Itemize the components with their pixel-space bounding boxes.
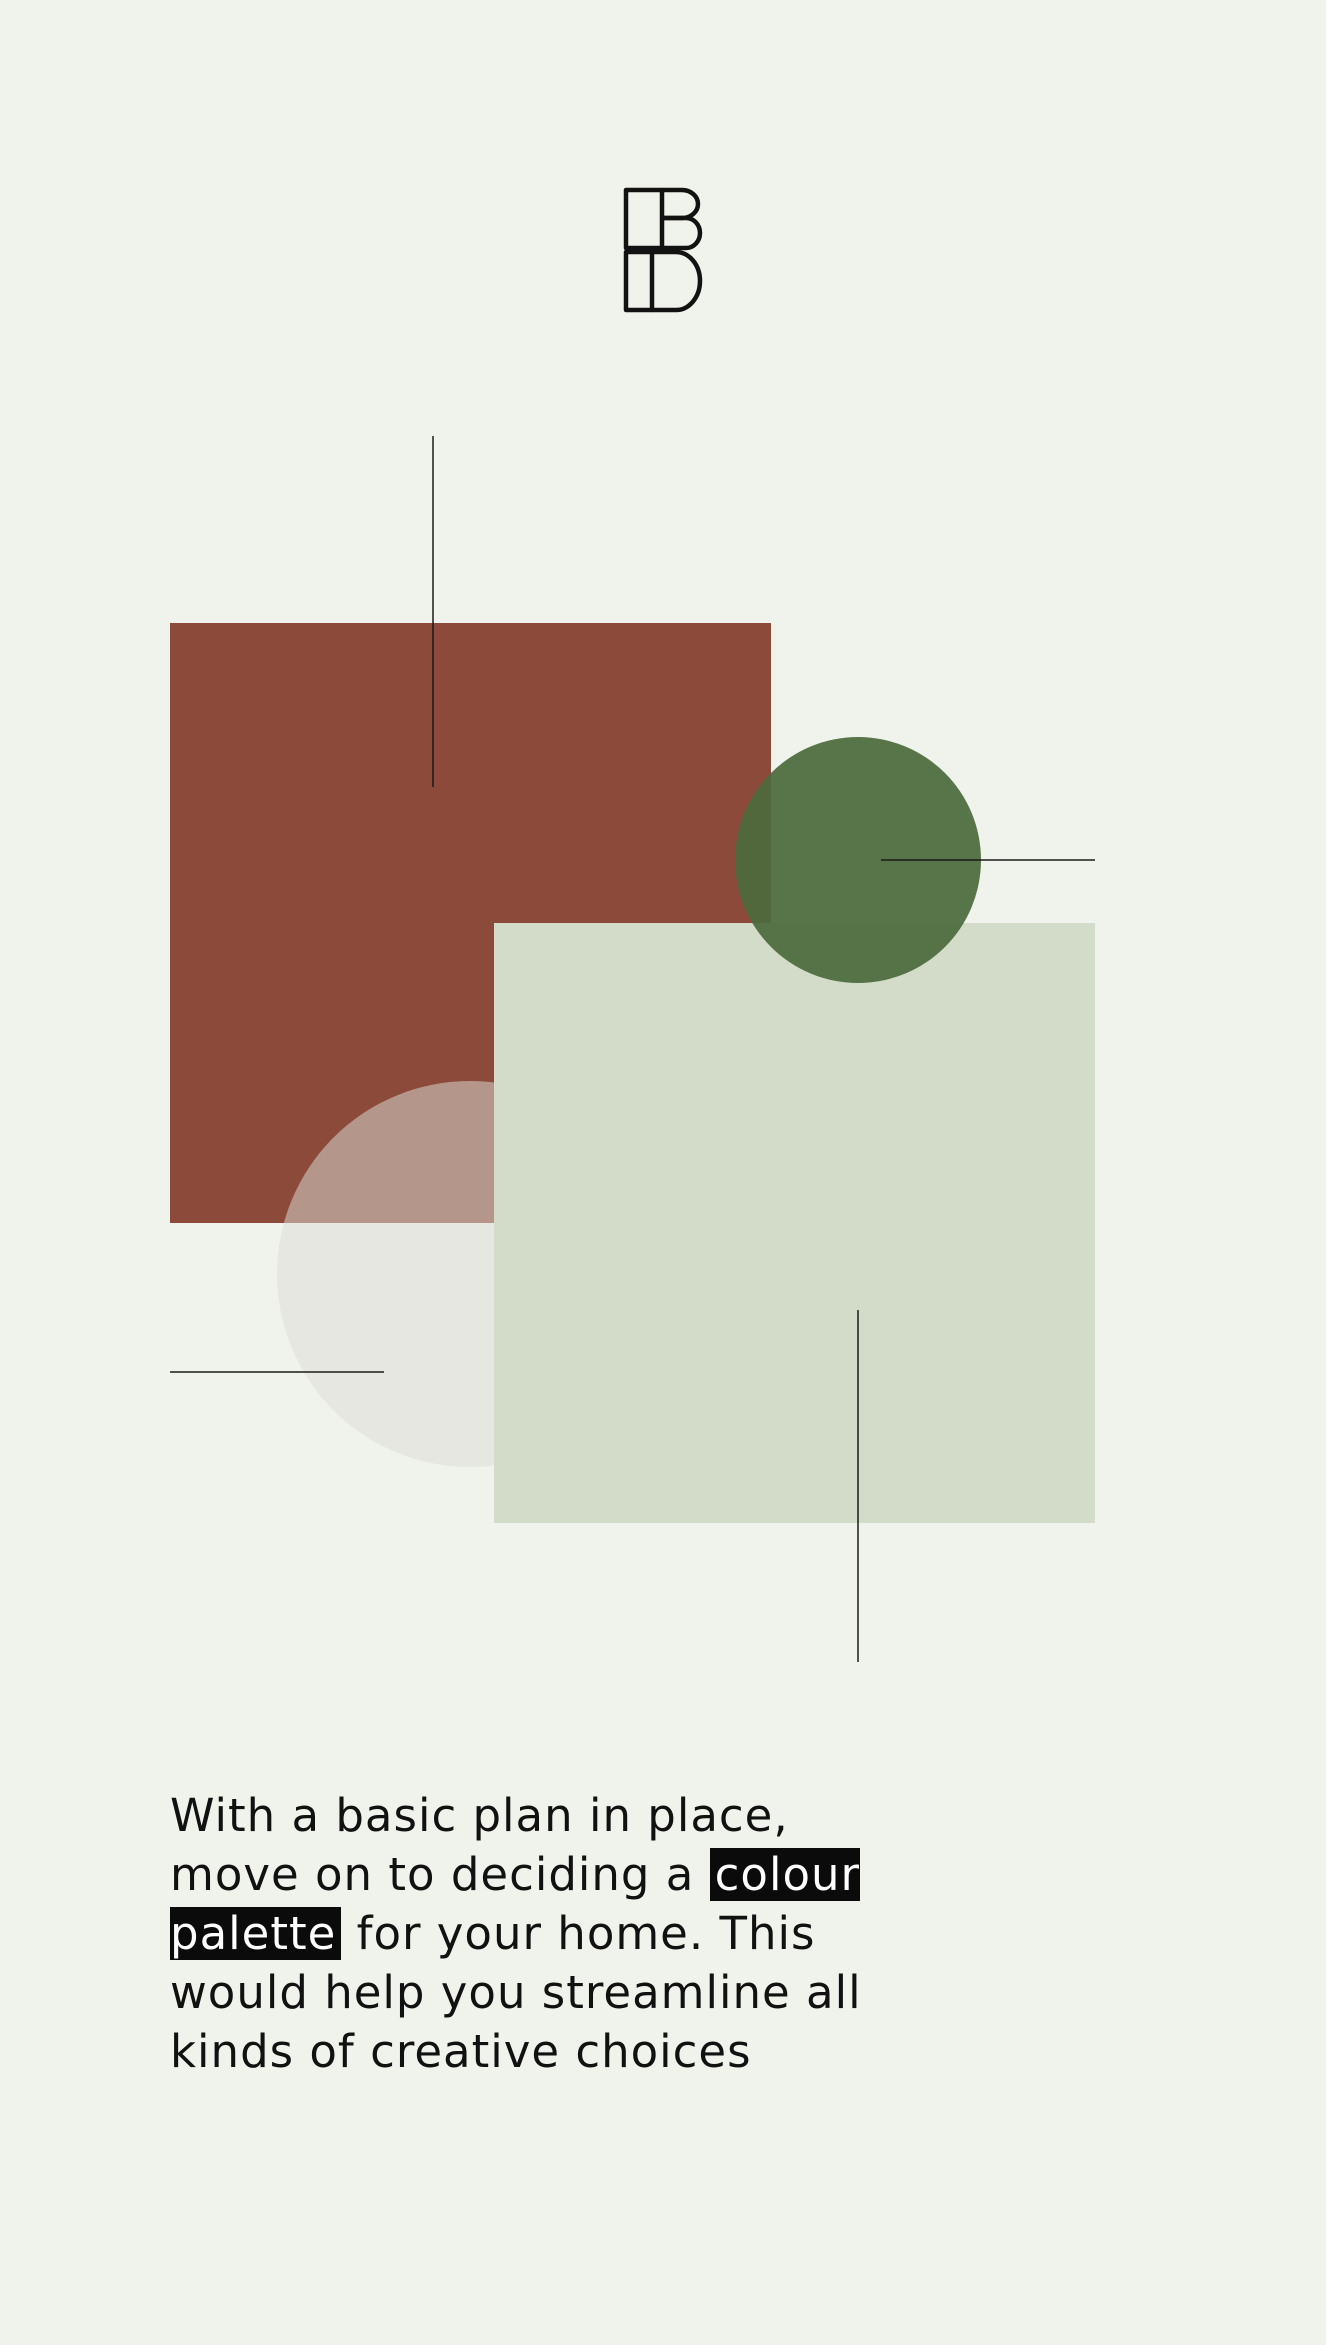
sage-square — [494, 923, 1095, 1523]
caption-text-start: With a basic plan in place, move on to d… — [170, 1789, 789, 1901]
colour-palette-illustration — [170, 436, 1095, 1662]
caption-text: With a basic plan in place, move on to d… — [170, 1786, 930, 2081]
